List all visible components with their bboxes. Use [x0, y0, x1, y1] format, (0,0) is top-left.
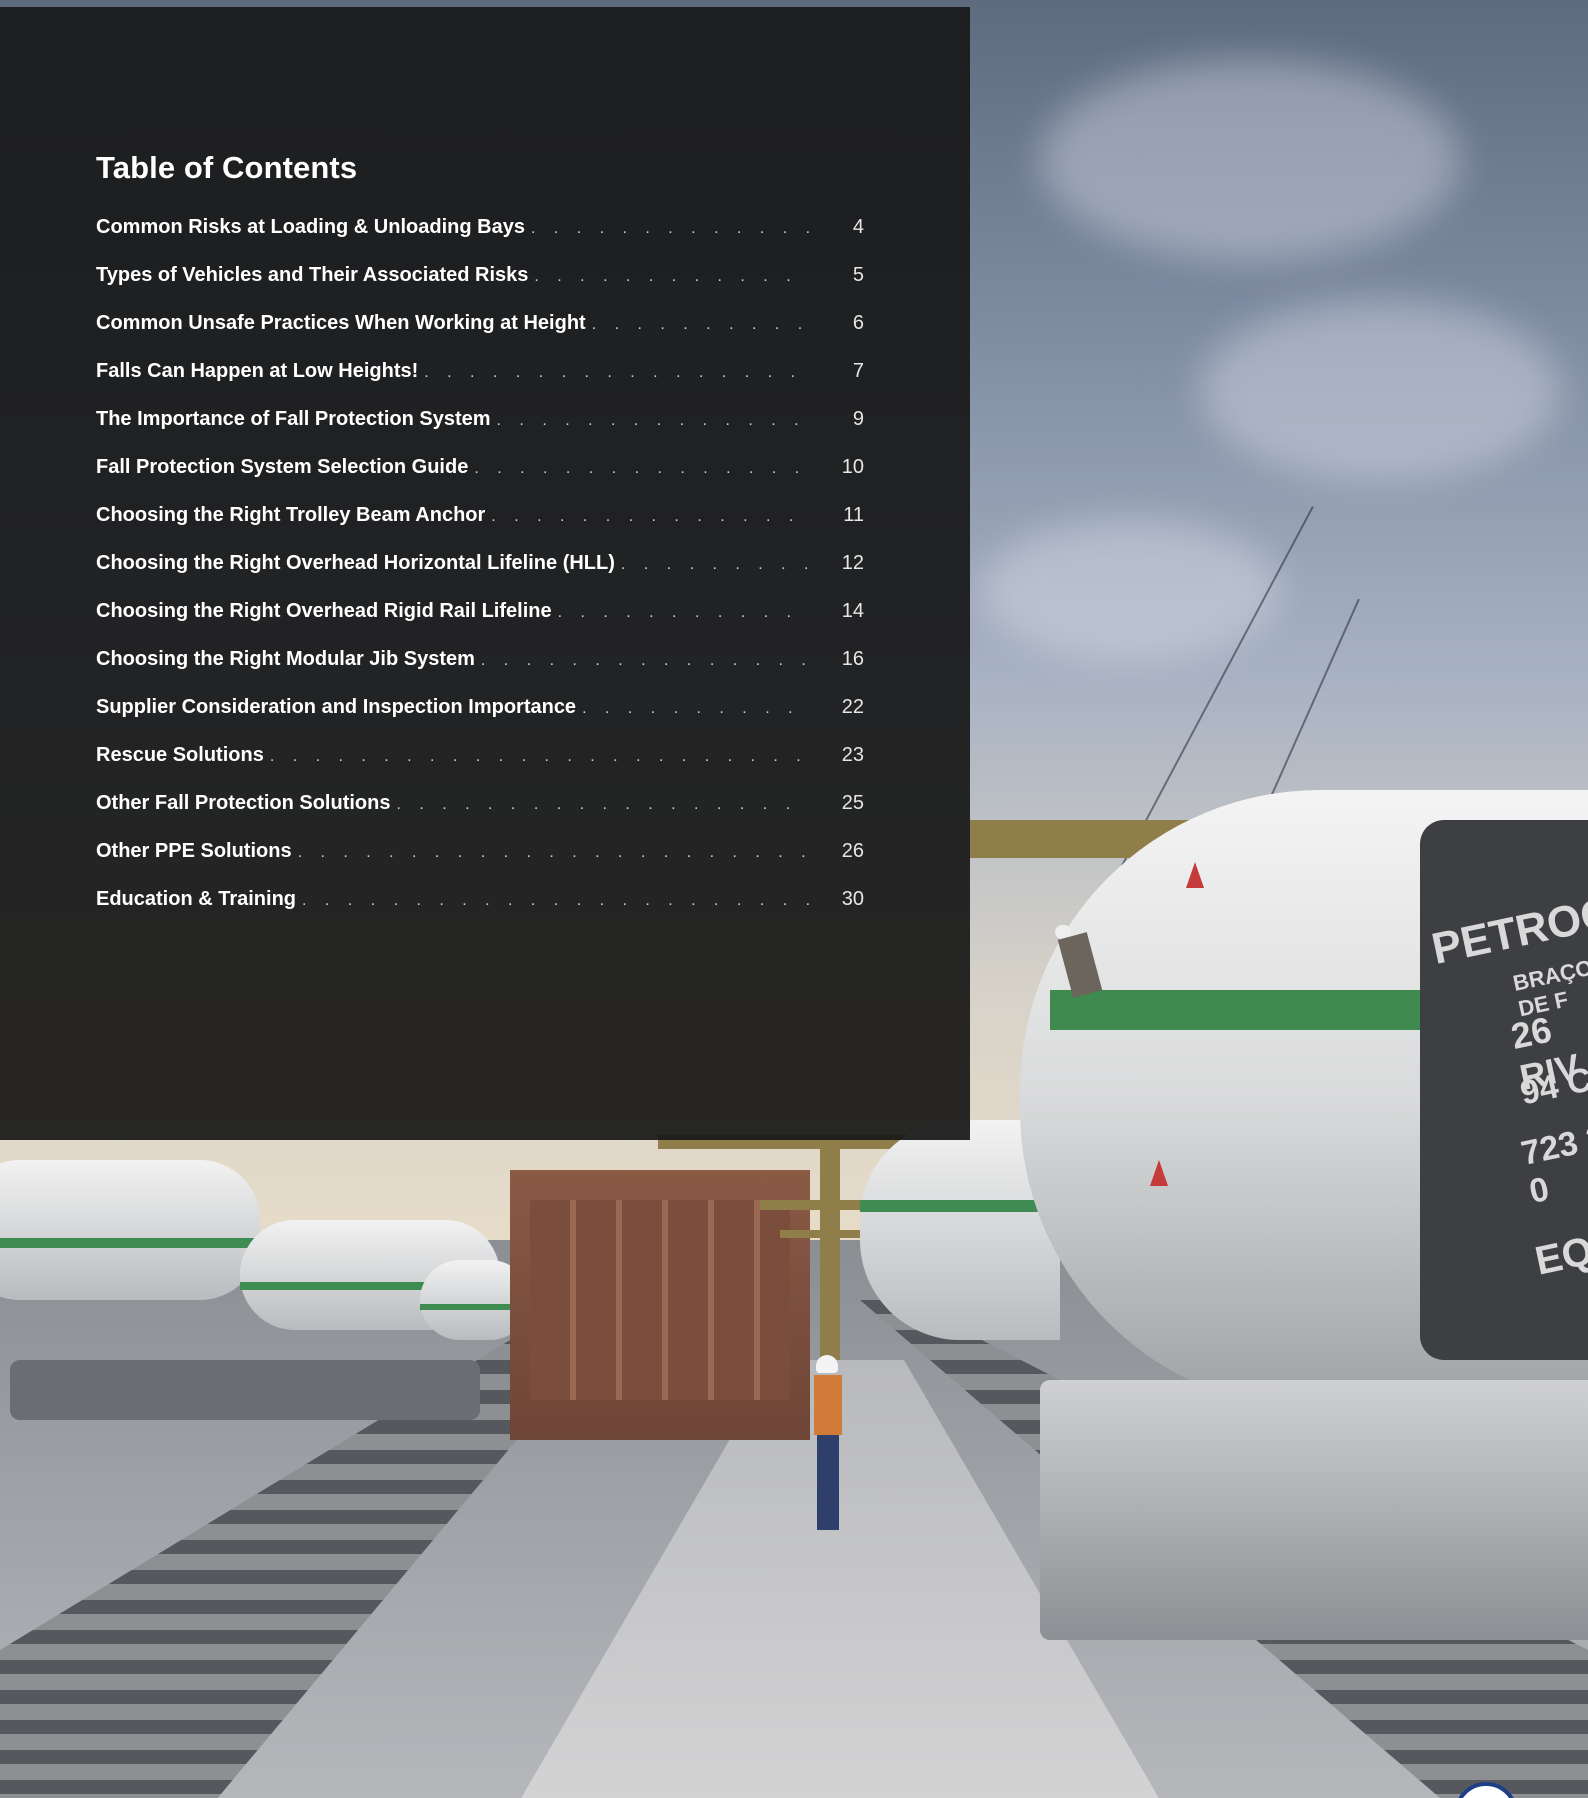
hopper-wagon	[510, 1170, 810, 1440]
toc-entry-label: Rescue Solutions	[96, 744, 264, 766]
toc-leader-dots	[481, 652, 810, 670]
gantry-post	[820, 1140, 840, 1360]
safety-cone	[1186, 862, 1204, 888]
toc-entry-page: 6	[852, 312, 864, 334]
wheel-bogie	[10, 1360, 480, 1420]
toc-entry[interactable]: Types of Vehicles and Their Associated R…	[96, 264, 864, 312]
toc-entry[interactable]: Common Unsafe Practices When Working at …	[96, 312, 864, 360]
toc-list: Common Risks at Loading & Unloading Bays…	[96, 216, 864, 936]
toc-entry[interactable]: Rescue Solutions 23	[96, 744, 864, 792]
toc-leader-dots	[621, 556, 810, 574]
toc-entry-label: Other Fall Protection Solutions	[96, 792, 391, 814]
toc-leader-dots	[497, 412, 810, 430]
toc-entry-label: Common Unsafe Practices When Working at …	[96, 312, 586, 334]
toc-entry[interactable]: Education & Training 30	[96, 888, 864, 936]
toc-entry[interactable]: Falls Can Happen at Low Heights! 7	[96, 360, 864, 408]
toc-entry-page: 5	[852, 264, 864, 286]
toc-entry-page: 14	[841, 600, 864, 622]
worker-standing	[810, 1355, 844, 1535]
cloud	[1040, 60, 1460, 260]
tank-marking-panel: PETROGAL BRAÇO DE F 26 RIV 94 CP 723 2 0…	[1420, 820, 1588, 1360]
toc-leader-dots	[558, 604, 810, 622]
toc-entry-page: 11	[843, 504, 864, 526]
toc-leader-dots	[531, 220, 810, 238]
toc-entry-label: Other PPE Solutions	[96, 840, 292, 862]
toc-entry[interactable]: Common Risks at Loading & Unloading Bays…	[96, 216, 864, 264]
cloud	[1200, 300, 1560, 480]
toc-entry-page: 25	[841, 792, 864, 814]
toc-leader-dots	[302, 892, 810, 910]
toc-entry-label: Fall Protection System Selection Guide	[96, 456, 469, 478]
toc-leader-dots	[592, 316, 810, 334]
toc-entry-label: Education & Training	[96, 888, 297, 910]
toc-leader-dots	[534, 268, 810, 286]
toc-leader-dots	[270, 748, 810, 766]
toc-leader-dots	[396, 796, 810, 814]
tank-car	[0, 1160, 260, 1300]
tank-marking: EQUI	[1531, 1220, 1588, 1284]
toc-leader-dots	[474, 460, 810, 478]
toc-entry[interactable]: Choosing the Right Modular Jib System 16	[96, 648, 864, 696]
toc-entry[interactable]: The Importance of Fall Protection System…	[96, 408, 864, 456]
toc-leader-dots	[491, 508, 810, 526]
toc-entry-label: Common Risks at Loading & Unloading Bays	[96, 216, 525, 238]
toc-entry-page: 30	[841, 888, 864, 910]
safety-cone	[1150, 1160, 1168, 1186]
toc-entry-page: 16	[841, 648, 864, 670]
toc-leader-dots	[298, 844, 810, 862]
toc-title: Table of Contents	[96, 150, 358, 185]
toc-entry-label: Choosing the Right Trolley Beam Anchor	[96, 504, 486, 526]
toc-entry[interactable]: Fall Protection System Selection Guide 1…	[96, 456, 864, 504]
toc-entry[interactable]: Choosing the Right Overhead Horizontal L…	[96, 552, 864, 600]
toc-entry-page: 12	[841, 552, 864, 574]
toc-entry-label: Choosing the Right Modular Jib System	[96, 648, 475, 670]
worker-on-platform	[1055, 925, 1115, 1015]
toc-entry-page: 23	[841, 744, 864, 766]
wheel-bogie	[1040, 1380, 1588, 1640]
toc-entry-page: 22	[841, 696, 864, 718]
toc-leader-dots	[424, 364, 810, 382]
toc-entry-page: 4	[852, 216, 864, 238]
toc-entry[interactable]: Choosing the Right Trolley Beam Anchor 1…	[96, 504, 864, 552]
cloud	[980, 520, 1280, 660]
toc-entry-label: Choosing the Right Overhead Horizontal L…	[96, 552, 615, 574]
toc-entry[interactable]: Supplier Consideration and Inspection Im…	[96, 696, 864, 744]
toc-entry-label: Choosing the Right Overhead Rigid Rail L…	[96, 600, 552, 622]
toc-entry-label: Falls Can Happen at Low Heights!	[96, 360, 419, 382]
tank-marking: 723 2 0	[1517, 1118, 1588, 1212]
toc-entry-page: 7	[852, 360, 864, 382]
toc-entry-label: The Importance of Fall Protection System	[96, 408, 491, 430]
toc-entry-page: 10	[841, 456, 864, 478]
toc-entry-label: Supplier Consideration and Inspection Im…	[96, 696, 577, 718]
toc-entry-label: Types of Vehicles and Their Associated R…	[96, 264, 529, 286]
toc-entry-page: 26	[841, 840, 864, 862]
toc-entry[interactable]: Other Fall Protection Solutions 25	[96, 792, 864, 840]
toc-entry-page: 9	[852, 408, 864, 430]
toc-entry[interactable]: Choosing the Right Overhead Rigid Rail L…	[96, 600, 864, 648]
toc-leader-dots	[582, 700, 810, 718]
toc-entry[interactable]: Other PPE Solutions 26	[96, 840, 864, 888]
